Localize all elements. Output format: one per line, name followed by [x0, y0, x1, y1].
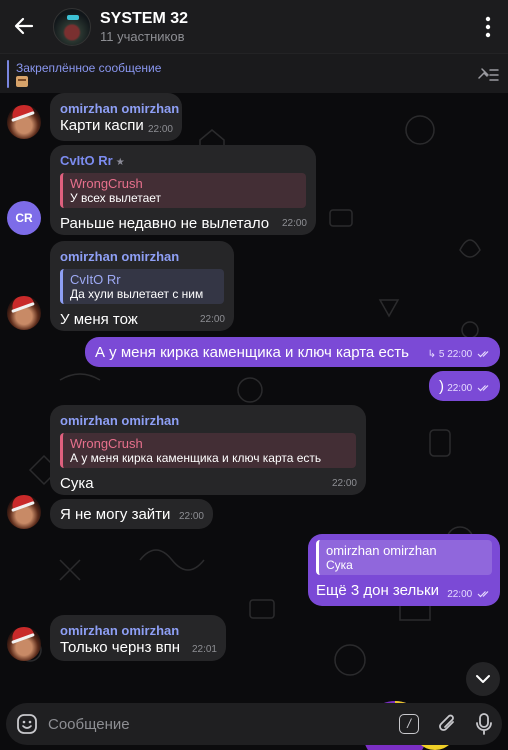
reply-preview[interactable]: CvItO Rr Да хули вылетает с ним	[60, 269, 224, 304]
message-time: 22:00	[147, 124, 173, 135]
group-avatar[interactable]	[53, 8, 91, 46]
message-bubble[interactable]: omirzhan omirzhan Карти каспи 22:00	[50, 93, 182, 141]
message-time: 22:00	[199, 314, 225, 325]
scroll-down-button[interactable]	[466, 662, 500, 696]
chat-title[interactable]: SYSTEM 32	[100, 10, 188, 28]
avatar[interactable]: CR	[7, 201, 41, 235]
message-bubble[interactable]: А у меня кирка каменщика и ключ карта ес…	[85, 337, 500, 367]
microphone-icon[interactable]	[474, 712, 494, 736]
message-bubble[interactable]: omirzhan omirzhan Только чернз впн 22:01	[50, 615, 226, 661]
sender-name[interactable]: omirzhan omirzhan	[60, 413, 356, 428]
message-composer: /	[6, 703, 502, 745]
command-slash: /	[407, 716, 411, 731]
message-input[interactable]	[48, 712, 388, 736]
sender-name[interactable]: omirzhan omirzhan	[60, 249, 224, 264]
message-bubble[interactable]: omirzhan omirzhan WrongCrush А у меня ки…	[50, 405, 366, 495]
message-meta: ↳ 5 22:00	[428, 349, 491, 360]
message-bubble[interactable]: CvItO Rr ★ WrongCrush У всех вылетает Ран…	[50, 145, 316, 235]
reply-text: У всех вылетает	[70, 191, 162, 205]
reply-text: Да хули вылетает с ним	[70, 287, 204, 301]
more-vertical-icon[interactable]	[478, 14, 498, 40]
message-time: 22:00	[331, 478, 357, 489]
reply-preview[interactable]: WrongCrush У всех вылетает	[60, 173, 306, 208]
reply-sender: WrongCrush	[70, 176, 143, 191]
message-bubble[interactable]: omirzhan omirzhan CvItO Rr Да хули вылет…	[50, 241, 234, 331]
emoji-icon[interactable]	[16, 713, 38, 735]
reply-text: Сука	[326, 558, 353, 572]
reply-sender: omirzhan omirzhan	[326, 543, 437, 558]
double-check-icon	[477, 351, 489, 358]
message-time: 22:00	[178, 511, 204, 522]
member-count: 11 участников	[100, 29, 185, 44]
message-time: 22:01	[191, 644, 217, 655]
double-check-icon	[477, 385, 489, 392]
sender-name[interactable]: CvItO Rr ★	[60, 153, 306, 168]
chat-header: SYSTEM 32 11 участников	[0, 0, 508, 53]
message-text: Раньше недавно не вылетало	[60, 215, 270, 232]
message-meta: 22:00	[447, 589, 491, 600]
views-arrow-icon: ↳	[427, 349, 437, 360]
message-bubble[interactable]: omirzhan omirzhan Сука Ещё 3 дон зельки …	[308, 534, 500, 606]
sender-name[interactable]: omirzhan omirzhan	[60, 623, 216, 638]
pinned-list-icon[interactable]	[477, 65, 499, 83]
message-list[interactable]: omirzhan omirzhan Карти каспи 22:00 CR C…	[0, 93, 508, 703]
avatar[interactable]	[7, 495, 41, 529]
star-icon: ★	[115, 157, 125, 168]
avatar[interactable]	[7, 627, 41, 661]
message-bubble[interactable]: ) 22:00	[429, 371, 500, 401]
pinned-indicator	[7, 60, 9, 88]
back-arrow-icon[interactable]	[12, 14, 36, 38]
message-time: 22:00	[447, 349, 473, 360]
sender-name[interactable]: omirzhan omirzhan	[60, 101, 179, 116]
avatar[interactable]	[7, 105, 41, 139]
reply-text: А у меня кирка каменщика и ключ карта ес…	[70, 451, 322, 465]
pinned-title: Закреплённое сообщение	[16, 61, 162, 75]
views-count: 5	[438, 349, 445, 360]
command-icon[interactable]: /	[399, 714, 419, 734]
reply-preview[interactable]: WrongCrush А у меня кирка каменщика и кл…	[60, 433, 356, 468]
message-meta: 22:00	[447, 383, 491, 394]
chevron-down-icon	[476, 675, 490, 683]
pinned-message-bar[interactable]: Закреплённое сообщение	[0, 53, 508, 93]
paperclip-icon[interactable]	[437, 713, 459, 735]
message-text: Сука	[60, 475, 94, 492]
message-time: 22:00	[281, 218, 307, 229]
reply-sender: CvItO Rr	[70, 272, 121, 287]
reply-preview[interactable]: omirzhan omirzhan Сука	[316, 540, 492, 575]
reply-sender: WrongCrush	[70, 436, 143, 451]
message-bubble[interactable]: Я не могу зайти 22:00	[50, 499, 213, 529]
sender-name-text: CvItO Rr	[60, 153, 113, 168]
pinned-media-icon	[16, 76, 28, 87]
message-time: 22:00	[447, 383, 473, 394]
avatar[interactable]	[7, 296, 41, 330]
double-check-icon	[477, 591, 489, 598]
message-time: 22:00	[447, 589, 473, 600]
